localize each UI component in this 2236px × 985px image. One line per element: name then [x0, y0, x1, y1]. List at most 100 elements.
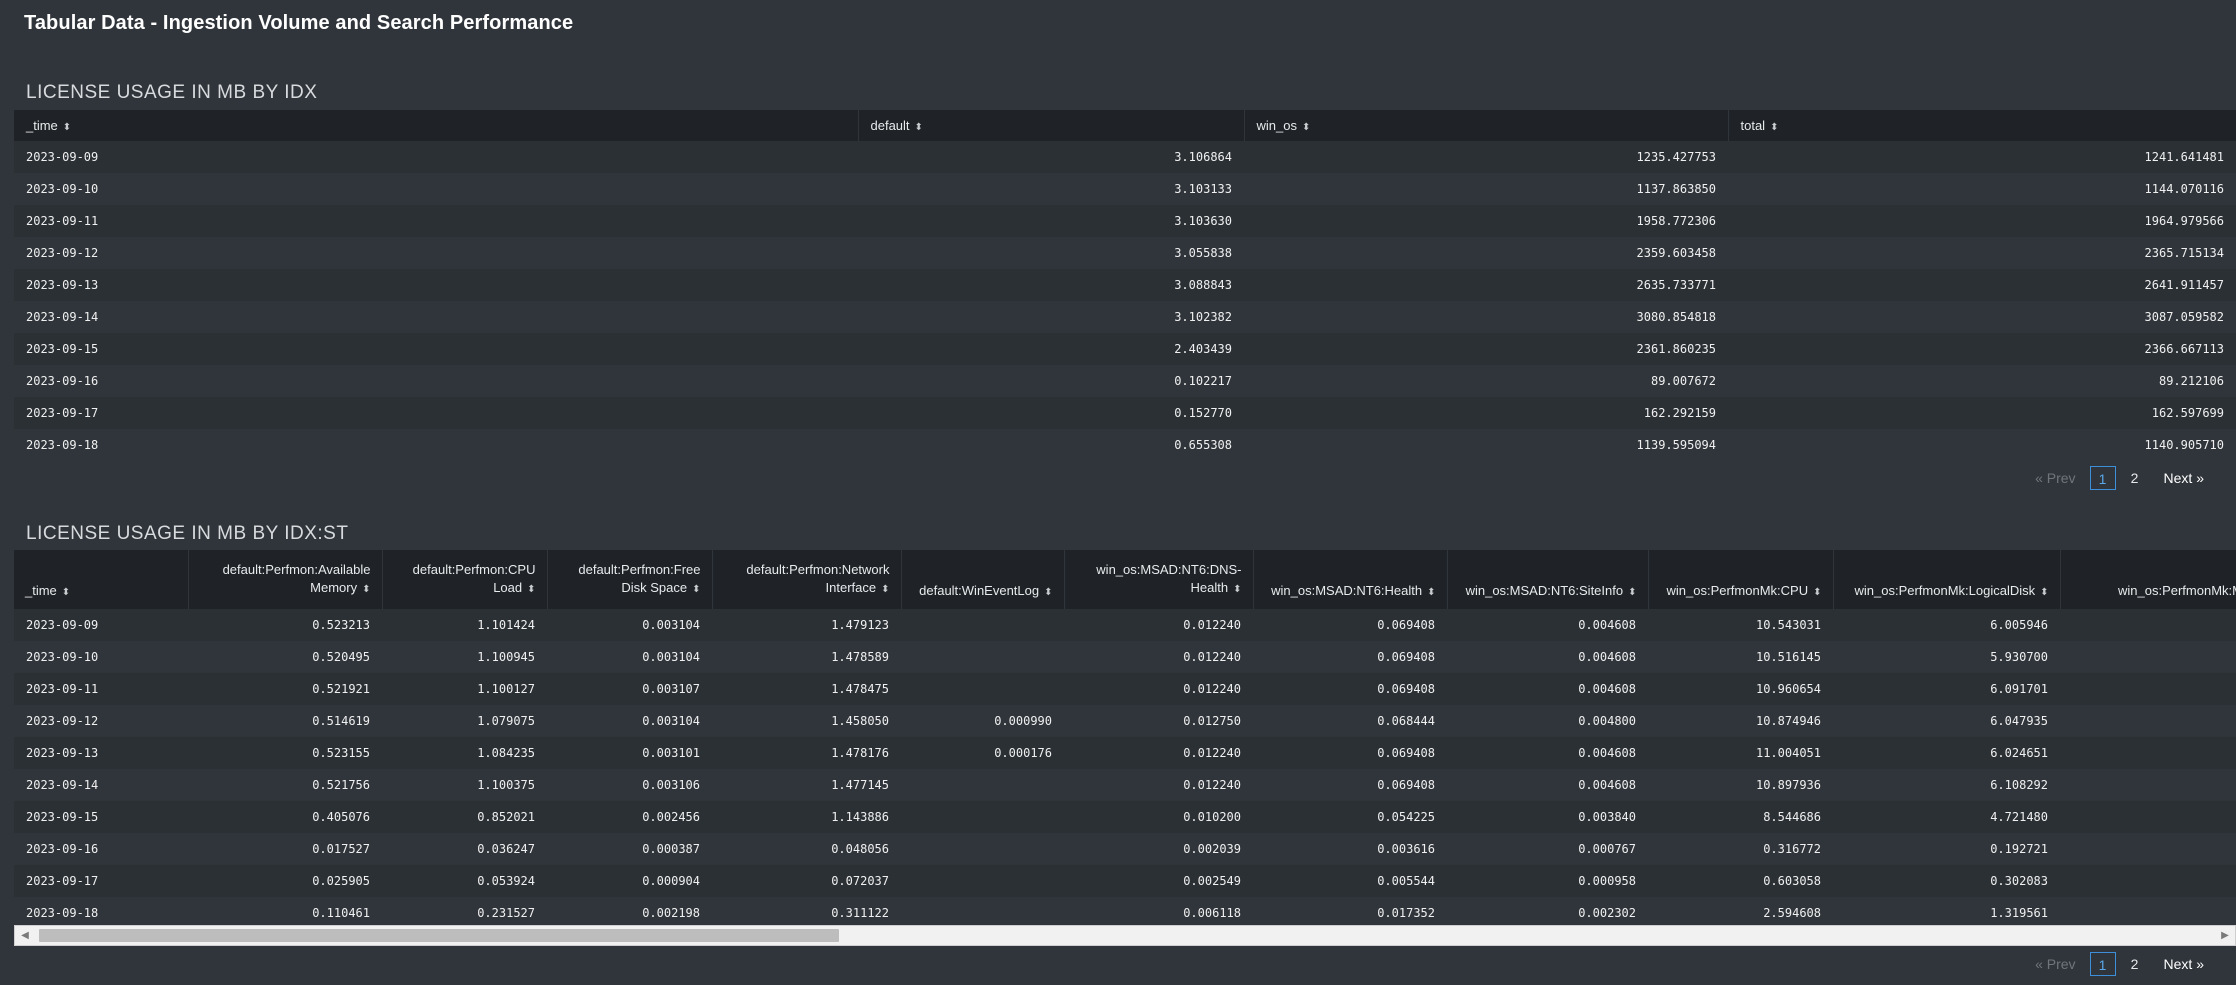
table-row[interactable]: 2023-09-17 0.152770 162.292159 162.597699 — [14, 397, 2236, 429]
value-cell[interactable]: 0.852021 — [382, 801, 547, 833]
value-cell[interactable]: 0.003104 — [547, 609, 712, 641]
value-cell[interactable]: 3087.059582 — [1728, 301, 2236, 333]
value-cell[interactable]: 0.036247 — [382, 833, 547, 865]
column-header-default-perfmon-available-memory[interactable]: default:Perfmon:Available Memory ⬍ — [188, 550, 383, 609]
value-cell[interactable]: 1.084235 — [382, 737, 547, 769]
value-cell[interactable]: 2365.715134 — [1728, 237, 2236, 269]
sort-icon[interactable]: ⬍ — [1813, 587, 1821, 598]
table-row[interactable]: 2023-09-16 0.017527 0.036247 0.000387 0.0480… — [14, 833, 2236, 865]
value-cell[interactable]: 6.091701 — [1833, 673, 2060, 705]
value-cell[interactable]: 1.101424 — [382, 609, 547, 641]
value-cell[interactable]: 0.012750 — [1064, 705, 1253, 737]
value-cell[interactable]: 0.102217 — [858, 365, 1244, 397]
value-cell[interactable]: 2635.733771 — [1244, 269, 1728, 301]
value-cell[interactable]: 1140.905710 — [1728, 429, 2236, 461]
value-cell[interactable]: 10.897936 — [1648, 769, 1833, 801]
value-cell[interactable]: 1137.863850 — [1244, 173, 1728, 205]
value-cell[interactable] — [901, 865, 1064, 897]
value-cell[interactable]: 1.458050 — [712, 705, 901, 737]
value-cell[interactable]: 1958.772306 — [1244, 205, 1728, 237]
column-header-win-os-perfmonmk-memory[interactable]: win_os:PerfmonMk:Memory⬍ — [2060, 550, 2236, 609]
value-cell[interactable] — [901, 801, 1064, 833]
value-cell[interactable]: 0.521756 — [188, 769, 382, 801]
table-row[interactable]: 2023-09-16 0.102217 89.007672 89.212106 — [14, 365, 2236, 397]
value-cell[interactable]: 0.054225 — [1253, 801, 1447, 833]
value-cell[interactable]: 0.002039 — [1064, 833, 1253, 865]
table-row[interactable]: 2023-09-13 0.523155 1.084235 0.003101 1.4781… — [14, 737, 2236, 769]
value-cell[interactable]: 1.079075 — [382, 705, 547, 737]
time-cell[interactable]: 2023-09-17 — [14, 865, 188, 897]
value-cell[interactable]: 0.069408 — [1253, 673, 1447, 705]
value-cell[interactable]: 0.072037 — [712, 865, 901, 897]
value-cell[interactable]: 0.25 — [2060, 865, 2236, 897]
value-cell[interactable]: 2361.860235 — [1244, 333, 1728, 365]
value-cell[interactable]: 1.479123 — [712, 609, 901, 641]
value-cell[interactable]: 0.004608 — [1447, 737, 1648, 769]
value-cell[interactable]: 0.003106 — [547, 769, 712, 801]
value-cell[interactable]: 0.069408 — [1253, 609, 1447, 641]
value-cell[interactable]: 4.721480 — [1833, 801, 2060, 833]
value-cell[interactable]: 6.005946 — [1833, 609, 2060, 641]
sort-icon[interactable]: ⬍ — [1302, 122, 1310, 133]
value-cell[interactable]: 2366.667113 — [1728, 333, 2236, 365]
column-header-win-os[interactable]: win_os ⬍ — [1244, 110, 1729, 141]
value-cell[interactable]: 0.010200 — [1064, 801, 1253, 833]
sort-icon[interactable]: ⬍ — [63, 122, 71, 133]
value-cell[interactable]: 1.478475 — [712, 673, 901, 705]
prev-page-link[interactable]: « Prev — [2035, 470, 2075, 486]
value-cell[interactable]: 0.002549 — [1064, 865, 1253, 897]
value-cell[interactable]: 8.544686 — [1648, 801, 1833, 833]
page-2-button[interactable]: 2 — [2122, 466, 2148, 490]
table-row[interactable]: 2023-09-17 0.025905 0.053924 0.000904 0.0720… — [14, 865, 2236, 897]
value-cell[interactable]: 0.000990 — [901, 705, 1064, 737]
value-cell[interactable]: 1.100375 — [382, 769, 547, 801]
value-cell[interactable] — [901, 641, 1064, 673]
column-header-win-os-perfmonmk-cpu[interactable]: win_os:PerfmonMk:CPU ⬍ — [1648, 550, 1834, 609]
time-cell[interactable]: 2023-09-13 — [14, 269, 858, 301]
value-cell[interactable]: 0.004608 — [1447, 769, 1648, 801]
value-cell[interactable]: 0.523155 — [188, 737, 382, 769]
value-cell[interactable]: 0.000958 — [1447, 865, 1648, 897]
value-cell[interactable]: 0.405076 — [188, 801, 382, 833]
value-cell[interactable]: 0.004800 — [1447, 705, 1648, 737]
table-row[interactable]: 2023-09-15 2.403439 2361.860235 2366.667113 — [14, 333, 2236, 365]
time-cell[interactable]: 2023-09-12 — [14, 705, 188, 737]
sort-icon[interactable]: ⬍ — [1770, 122, 1778, 133]
value-cell[interactable]: 2641.911457 — [1728, 269, 2236, 301]
time-cell[interactable]: 2023-09-16 — [14, 833, 188, 865]
page-2-button[interactable]: 2 — [2122, 952, 2148, 976]
value-cell[interactable]: 0.003101 — [547, 737, 712, 769]
value-cell[interactable]: 1.100945 — [382, 641, 547, 673]
sort-icon[interactable]: ⬍ — [1233, 584, 1241, 595]
table-row[interactable]: 2023-09-12 3.055838 2359.603458 2365.715134 — [14, 237, 2236, 269]
time-cell[interactable]: 2023-09-14 — [14, 769, 188, 801]
value-cell[interactable]: 0.069408 — [1253, 737, 1447, 769]
time-cell[interactable]: 2023-09-15 — [14, 333, 858, 365]
value-cell[interactable]: 0.017527 — [188, 833, 382, 865]
sort-icon[interactable]: ⬍ — [1044, 587, 1052, 598]
value-cell[interactable]: 0.000904 — [547, 865, 712, 897]
table-row[interactable]: 2023-09-14 3.102382 3080.854818 3087.059582 — [14, 301, 2236, 333]
value-cell[interactable]: 0.003616 — [1253, 833, 1447, 865]
column-header-win-os-msad-nt6-health[interactable]: win_os:MSAD:NT6:Health ⬍ — [1253, 550, 1448, 609]
value-cell[interactable]: 0.603058 — [1648, 865, 1833, 897]
time-cell[interactable]: 2023-09-10 — [14, 641, 188, 673]
value-cell[interactable]: 2359.603458 — [1244, 237, 1728, 269]
column-header-default[interactable]: default ⬍ — [858, 110, 1245, 141]
value-cell[interactable]: 89.007672 — [1244, 365, 1728, 397]
value-cell[interactable]: 0.005544 — [1253, 865, 1447, 897]
value-cell[interactable]: 5.15 — [2060, 737, 2236, 769]
value-cell[interactable]: 5.930700 — [1833, 641, 2060, 673]
sort-icon[interactable]: ⬍ — [881, 584, 889, 595]
value-cell[interactable]: 0.025905 — [188, 865, 382, 897]
value-cell[interactable]: 0.16 — [2060, 833, 2236, 865]
value-cell[interactable]: 0.152770 — [858, 397, 1244, 429]
value-cell[interactable]: 0.068444 — [1253, 705, 1447, 737]
column-header-win-os-msad-nt6-siteinfo[interactable]: win_os:MSAD:NT6:SiteInfo ⬍ — [1447, 550, 1649, 609]
value-cell[interactable]: 3.102382 — [858, 301, 1244, 333]
sort-icon[interactable]: ⬍ — [2040, 587, 2048, 598]
value-cell[interactable]: 3.088843 — [858, 269, 1244, 301]
value-cell[interactable]: 1235.427753 — [1244, 141, 1728, 173]
value-cell[interactable]: 1241.641481 — [1728, 141, 2236, 173]
value-cell[interactable]: 89.212106 — [1728, 365, 2236, 397]
